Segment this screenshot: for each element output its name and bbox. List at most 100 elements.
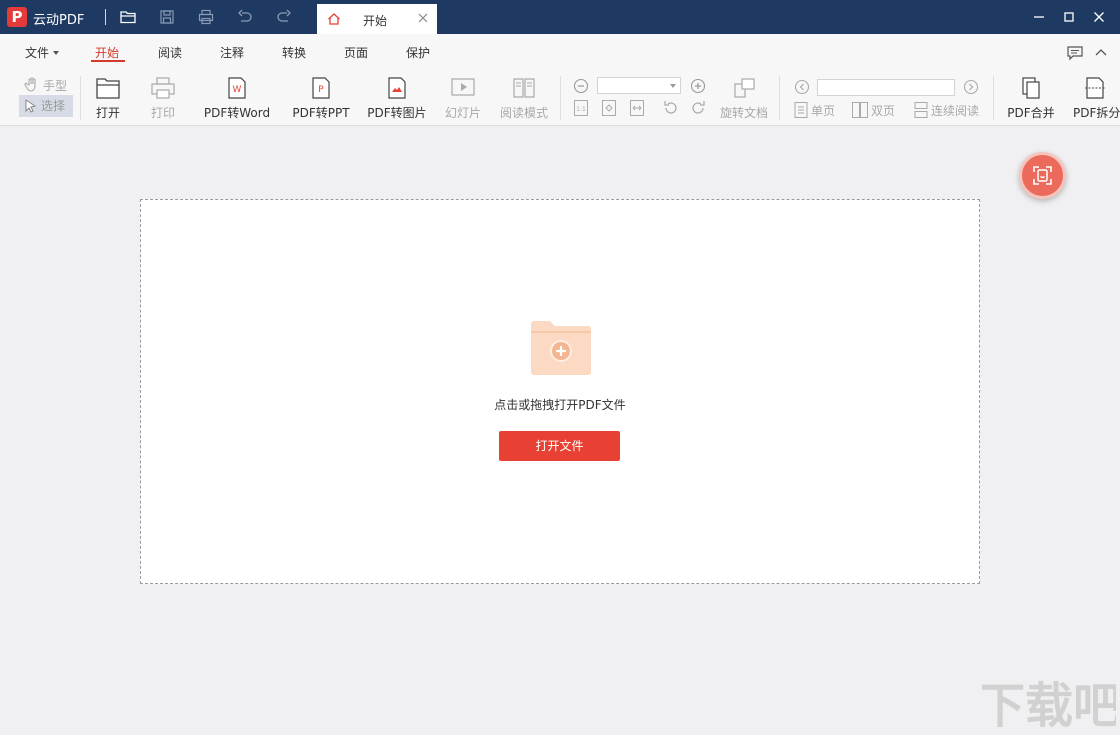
single-page-icon — [794, 102, 808, 118]
toolbar-separator — [779, 76, 780, 120]
pdf-merge-icon — [1022, 77, 1040, 99]
app-logo-icon: P — [7, 7, 27, 27]
continuous-scroll-icon — [914, 102, 928, 118]
pdf-split-button[interactable]: PDF拆分 — [1071, 76, 1120, 121]
title-bar: P 云动PDF 开始 — [0, 0, 1120, 34]
book-icon — [513, 78, 535, 98]
menu-annotate[interactable]: 注释 — [220, 44, 244, 61]
fit-width-icon[interactable] — [629, 99, 645, 117]
menu-convert[interactable]: 转换 — [282, 44, 306, 61]
tab-start[interactable]: 开始 — [317, 4, 437, 34]
close-tab-icon[interactable] — [417, 12, 429, 24]
active-menu-underline — [91, 60, 125, 62]
read-mode-label: 阅读模式 — [499, 106, 548, 120]
continuous-read-button[interactable]: 连续阅读 — [913, 101, 979, 119]
double-page-label: 双页 — [871, 103, 896, 118]
add-folder-icon — [531, 321, 591, 375]
svg-text:1:1: 1:1 — [576, 106, 586, 113]
menu-read[interactable]: 阅读 — [158, 44, 182, 61]
double-page-icon — [852, 102, 868, 118]
print-icon — [151, 77, 175, 99]
pdf-split-label: PDF拆分 — [1073, 106, 1120, 120]
open-file-button[interactable]: 打开文件 — [499, 431, 620, 461]
menu-start[interactable]: 开始 — [95, 44, 119, 61]
menu-protect[interactable]: 保护 — [406, 44, 430, 61]
fit-page-icon[interactable] — [601, 99, 617, 117]
select-tool-button[interactable]: 选择 — [19, 95, 73, 117]
hand-tool-button[interactable]: 手型 — [23, 76, 67, 94]
maximize-icon[interactable] — [1061, 9, 1077, 25]
pdf-to-ppt-button[interactable]: P PDF转PPT — [291, 76, 351, 121]
toolbar-separator — [560, 76, 561, 120]
title-separator — [105, 9, 106, 25]
watermark-text: 下载吧 — [982, 678, 1116, 732]
pdf-to-word-icon: W — [228, 77, 246, 99]
open-folder-icon[interactable] — [119, 8, 137, 26]
home-icon — [328, 13, 340, 25]
svg-text:P: P — [318, 85, 324, 95]
read-mode-button[interactable]: 阅读模式 — [498, 76, 550, 121]
undo-icon[interactable] — [236, 8, 254, 26]
print-icon[interactable] — [197, 8, 215, 26]
toolbar-separator — [993, 76, 994, 120]
drop-hint-text: 点击或拖拽打开PDF文件 — [494, 398, 626, 412]
open-button[interactable]: 打开 — [92, 76, 124, 121]
hand-tool-label: 手型 — [43, 78, 68, 93]
pdf-to-word-label: PDF转Word — [203, 106, 271, 120]
zoom-level-select[interactable] — [597, 77, 681, 94]
print-button[interactable]: 打印 — [147, 76, 179, 121]
pdf-to-image-icon — [388, 77, 406, 99]
close-window-icon[interactable] — [1091, 9, 1107, 25]
rotate-document-label: 旋转文档 — [719, 106, 768, 120]
cursor-arrow-icon — [25, 98, 37, 113]
slideshow-icon — [451, 78, 475, 96]
next-page-icon[interactable] — [963, 79, 979, 95]
page-number-input[interactable] — [817, 79, 955, 96]
open-folder-icon — [96, 78, 120, 99]
minimize-icon[interactable] — [1031, 9, 1047, 25]
feedback-icon[interactable] — [1066, 45, 1084, 61]
menu-bar: 文件 开始 阅读 注释 转换 页面 保护 — [0, 34, 1120, 70]
toolbar: 手型 选择 打开 打印 W PDF转Word P PDF转PPT PDF转图片 … — [0, 70, 1120, 126]
slideshow-button[interactable]: 幻灯片 — [444, 76, 482, 121]
pdf-merge-button[interactable]: PDF合并 — [1006, 76, 1056, 121]
pdf-to-image-button[interactable]: PDF转图片 — [366, 76, 428, 121]
file-drop-zone[interactable]: 点击或拖拽打开PDF文件 打开文件 — [140, 199, 980, 584]
pdf-merge-label: PDF合并 — [1007, 106, 1055, 120]
continuous-read-label: 连续阅读 — [931, 103, 980, 118]
scan-face-icon — [1033, 166, 1052, 185]
svg-text:W: W — [233, 85, 242, 95]
single-page-button[interactable]: 单页 — [793, 101, 835, 119]
menu-file[interactable]: 文件 — [25, 44, 60, 61]
print-label: 打印 — [150, 106, 175, 120]
rotate-left-icon[interactable] — [662, 99, 680, 117]
menu-file-label: 文件 — [25, 46, 50, 60]
pdf-split-icon — [1085, 77, 1105, 99]
collapse-ribbon-icon[interactable] — [1094, 46, 1108, 58]
tab-label: 开始 — [363, 14, 388, 28]
hand-icon — [24, 77, 36, 92]
pdf-to-image-label: PDF转图片 — [367, 106, 427, 120]
pdf-to-word-button[interactable]: W PDF转Word — [201, 76, 273, 121]
menu-page[interactable]: 页面 — [344, 44, 368, 61]
slideshow-label: 幻灯片 — [444, 106, 481, 120]
pdf-to-ppt-label: PDF转PPT — [292, 106, 350, 120]
redo-icon[interactable] — [275, 8, 293, 26]
app-title: 云动PDF — [33, 13, 85, 28]
rotate-right-icon[interactable] — [689, 99, 707, 117]
chevron-down-icon — [670, 84, 676, 88]
select-tool-label: 选择 — [41, 99, 66, 113]
double-page-button[interactable]: 双页 — [851, 101, 895, 119]
actual-size-icon[interactable]: 1:1 — [573, 99, 589, 117]
previous-page-icon[interactable] — [794, 79, 810, 95]
rotate-document-icon — [734, 78, 755, 98]
floating-assistant-button[interactable] — [1019, 152, 1066, 199]
toolbar-separator — [80, 76, 81, 120]
zoom-out-icon[interactable] — [573, 78, 589, 94]
save-icon[interactable] — [158, 8, 176, 26]
open-label: 打开 — [95, 106, 120, 120]
zoom-in-icon[interactable] — [690, 78, 706, 94]
watermark-logo: 下载吧 — [982, 678, 1116, 732]
rotate-document-button[interactable]: 旋转文档 — [718, 76, 770, 121]
pdf-to-ppt-icon: P — [312, 77, 330, 99]
